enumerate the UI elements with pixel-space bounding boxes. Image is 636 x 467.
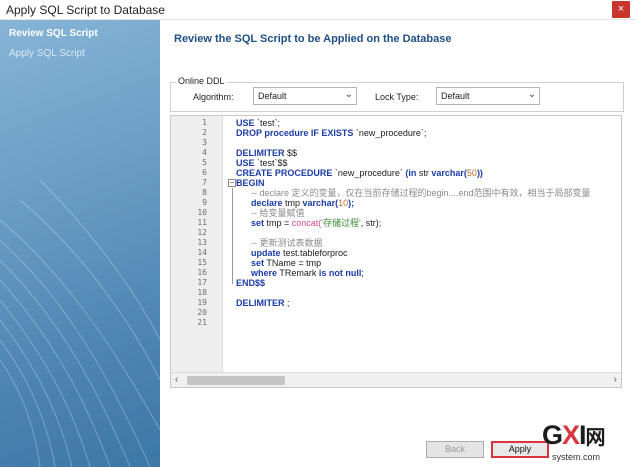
scrollbar-thumb[interactable]: [187, 376, 285, 385]
code-line-11: set tmp = concat('存储过程', str);: [251, 218, 382, 228]
line-number: 1: [202, 118, 207, 127]
chevron-down-icon: ⌄: [344, 89, 353, 100]
fold-guide-line: [232, 188, 233, 284]
online-ddl-group: Online DDL Algorithm: Default ⌄ Lock Typ…: [170, 76, 624, 112]
code-line-6: CREATE PROCEDURE `new_procedure` (in str…: [236, 168, 483, 178]
sidebar-step-review-sql-script: Review SQL Script: [9, 28, 98, 39]
wizard-sidebar: Review SQL Script Apply SQL Script: [0, 20, 160, 467]
line-number: 21: [197, 318, 207, 327]
watermark-text: GXI网: [542, 420, 606, 450]
sidebar-decoration: [0, 180, 160, 467]
scroll-left-icon[interactable]: ‹: [175, 374, 178, 385]
page-heading: Review the SQL Script to be Applied on t…: [174, 33, 452, 45]
line-number: 14: [197, 248, 207, 257]
line-number: 11: [197, 218, 207, 227]
online-ddl-legend: Online DDL: [176, 76, 227, 86]
code-line-17: END$$: [236, 278, 266, 288]
code-line-13: -- 更新测试表数据: [251, 238, 323, 248]
code-line-4: DELIMITER $$: [236, 148, 298, 158]
code-line-8: -- declare 定义的变量，仅在当前存储过程的begin....end范围…: [251, 188, 591, 198]
line-number: 15: [197, 258, 207, 267]
line-number: 2: [202, 128, 207, 137]
code-line-1: USE `test`;: [236, 118, 281, 128]
line-number: 19: [197, 298, 207, 307]
line-number: 12: [197, 228, 207, 237]
line-number: 8: [202, 188, 207, 197]
line-number: 3: [202, 138, 207, 147]
line-number: 7: [202, 178, 207, 187]
line-number: 20: [197, 308, 207, 317]
code-line-10: -- 给变量赋值: [251, 208, 305, 218]
code-line-15: set TName = tmp: [251, 258, 322, 268]
code-line-5: USE `test`$$: [236, 158, 288, 168]
chevron-down-icon: ⌄: [527, 89, 536, 100]
lock-type-select-value: Default: [441, 91, 470, 101]
line-number: 9: [202, 198, 207, 207]
algorithm-select[interactable]: Default ⌄: [253, 87, 357, 105]
sidebar-step-apply-sql-script: Apply SQL Script: [9, 48, 85, 59]
line-number: 6: [202, 168, 207, 177]
algorithm-select-value: Default: [258, 91, 287, 101]
lock-type-select[interactable]: Default ⌄: [436, 87, 540, 105]
fold-toggle-icon[interactable]: −: [228, 179, 236, 187]
code-line-14: update test.tableforproc: [251, 248, 348, 258]
line-number-gutter: 1 2 3 4 5 6 7 8 9 10 11 12 13 14 15 16 1…: [171, 116, 223, 373]
sql-script-editor[interactable]: 1 2 3 4 5 6 7 8 9 10 11 12 13 14 15 16 1…: [170, 115, 622, 388]
title-bar: Apply SQL Script to Database ×: [0, 0, 636, 20]
lock-type-label: Lock Type:: [375, 92, 419, 102]
line-number: 10: [197, 208, 207, 217]
scroll-right-icon[interactable]: ›: [614, 374, 617, 385]
line-number: 4: [202, 148, 207, 157]
line-number: 13: [197, 238, 207, 247]
back-button[interactable]: Back: [426, 441, 484, 458]
line-number: 17: [197, 278, 207, 287]
code-line-19: DELIMITER ;: [236, 298, 290, 308]
algorithm-label: Algorithm:: [193, 92, 234, 102]
horizontal-scrollbar[interactable]: ‹ ›: [171, 372, 621, 387]
line-number: 16: [197, 268, 207, 277]
watermark-domain: system.com: [552, 452, 601, 462]
code-line-7: BEGIN: [236, 178, 265, 188]
watermark-logo: GXI网 system.com: [540, 420, 632, 466]
window-title: Apply SQL Script to Database: [6, 3, 165, 17]
code-line-9: declare tmp varchar(10);: [251, 198, 355, 208]
code-line-16: where TRemark is not null;: [251, 268, 364, 278]
line-number: 5: [202, 158, 207, 167]
line-number: 18: [197, 288, 207, 297]
close-icon[interactable]: ×: [612, 1, 630, 18]
code-line-2: DROP procedure IF EXISTS `new_procedure`…: [236, 128, 427, 138]
